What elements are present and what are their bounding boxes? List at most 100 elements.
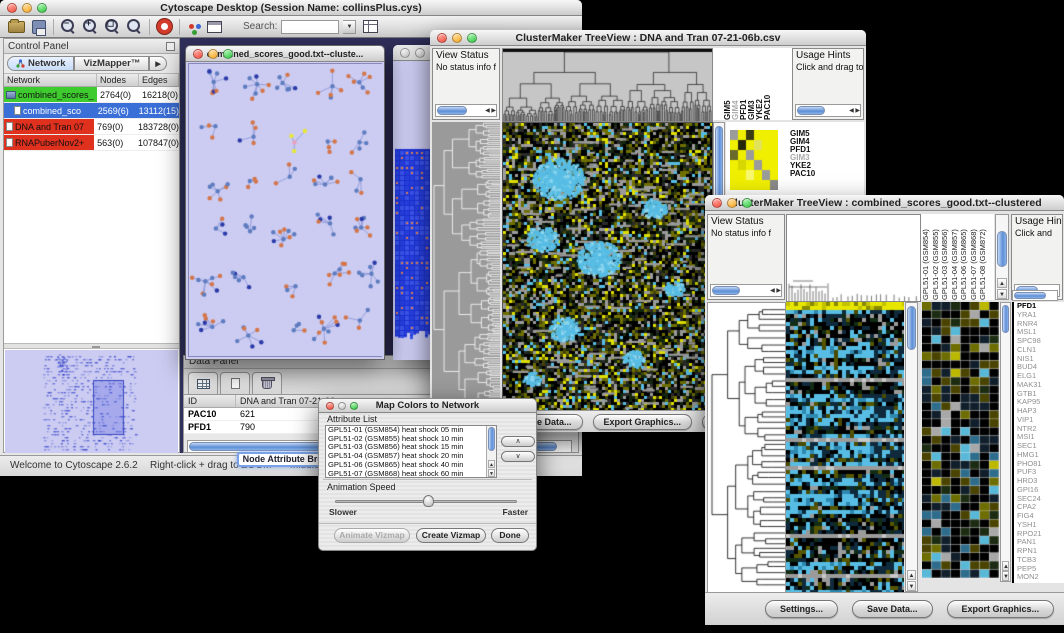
tv1-row-tree-canvas[interactable] bbox=[432, 122, 500, 410]
zoom-button[interactable] bbox=[467, 33, 477, 43]
zoom-selected-icon[interactable]: ◻ bbox=[105, 19, 120, 34]
gene-label: MON2 bbox=[1014, 573, 1064, 582]
minimize-button[interactable] bbox=[727, 198, 737, 208]
search-input[interactable] bbox=[281, 20, 339, 34]
table-icon bbox=[197, 379, 210, 389]
zoom-out-icon[interactable]: − bbox=[61, 19, 76, 34]
network-overview-canvas[interactable] bbox=[5, 350, 178, 453]
network-list-row[interactable]: combined_sco 2569(6) 13112(15) bbox=[4, 103, 179, 119]
file-icon bbox=[231, 378, 240, 389]
tv2-column-labels: GPL51-01 (GSM854)GPL51-02 (GSM855) GPL51-… bbox=[921, 214, 994, 300]
import-table-icon[interactable] bbox=[363, 20, 378, 33]
network-view-canvas[interactable] bbox=[189, 64, 383, 356]
view-status-hscrollbar[interactable]: ◀ ▶ bbox=[710, 284, 782, 297]
treeview-button[interactable]: Export Graphics... bbox=[593, 414, 693, 430]
minimize-button[interactable] bbox=[22, 3, 32, 13]
treeview1-title: ClusterMaker TreeView : DNA and Tran 07-… bbox=[430, 32, 866, 44]
attribute-list[interactable]: GPL51-01 (GSM854) heat shock 05 minGPL51… bbox=[325, 425, 497, 478]
treeview-button[interactable]: Save Data... bbox=[852, 600, 933, 618]
done-button[interactable]: Done bbox=[491, 528, 529, 543]
close-button[interactable] bbox=[400, 48, 410, 58]
new-attribute-tab[interactable] bbox=[220, 372, 250, 394]
main-titlebar[interactable]: Cytoscape Desktop (Session Name: collins… bbox=[0, 0, 582, 16]
column-label: YKE2 bbox=[755, 48, 763, 120]
panel-divider-handle[interactable] bbox=[4, 343, 179, 349]
tv2-zoom-vscrollbar[interactable]: ▲ ▼ bbox=[1000, 302, 1011, 582]
usage-hints-panel: Usage Hints Click and bbox=[1011, 214, 1063, 300]
control-panel: Control Panel Network VizMapper™ ▶ bbox=[3, 38, 180, 453]
zoom-button[interactable] bbox=[350, 402, 358, 410]
zoom-fit-icon[interactable] bbox=[127, 19, 142, 34]
close-button[interactable] bbox=[7, 3, 17, 13]
close-button[interactable] bbox=[193, 49, 203, 59]
tab-network[interactable]: Network bbox=[7, 56, 74, 71]
attribute-list-scrollbar[interactable]: ▲ ▼ bbox=[486, 426, 496, 477]
create-vizmap-button[interactable]: Create Vizmap bbox=[416, 528, 486, 543]
minimize-button[interactable] bbox=[452, 33, 462, 43]
tv2-heatmap-vscrollbar[interactable]: ▲ ▼ bbox=[905, 302, 918, 592]
network-window-1[interactable]: combined_scores_good.txt--cluste... bbox=[185, 45, 385, 360]
tv1-mini-heatmap-canvas[interactable] bbox=[730, 130, 778, 190]
close-button[interactable] bbox=[326, 402, 334, 410]
control-panel-tabs: Network VizMapper™ ▶ bbox=[4, 54, 179, 74]
move-up-button[interactable]: ∧ bbox=[501, 436, 535, 447]
column-label: GPL51-02 (GSM855) bbox=[931, 214, 941, 300]
treeview-button[interactable]: Settings... bbox=[765, 600, 838, 618]
minimize-button[interactable] bbox=[415, 48, 425, 58]
tv2-column-tree-canvas[interactable] bbox=[786, 214, 921, 302]
zoom-in-icon[interactable]: + bbox=[83, 19, 98, 34]
usage-hints-hscrollbar[interactable]: ◀ ▶ bbox=[795, 104, 861, 117]
column-label: GIM4 bbox=[731, 48, 739, 120]
tv2-top-vscrollbar[interactable]: ▲ ▼ bbox=[995, 214, 1009, 300]
toolbar-separator bbox=[149, 19, 150, 35]
tv2-gene-list[interactable]: PFD1YRA1RNR4MSL1SPC98CLN1NIS1BUD4ELG1MAK… bbox=[1012, 302, 1064, 583]
tv1-heatmap-canvas[interactable] bbox=[502, 122, 713, 412]
tv1-column-tree-canvas[interactable] bbox=[502, 48, 713, 122]
tv2-zoom-heatmap-canvas[interactable] bbox=[922, 302, 999, 578]
status-welcome: Welcome to Cytoscape 2.6.2 bbox=[10, 460, 138, 471]
map-colors-dialog[interactable]: Map Colors to Network Attribute List GPL… bbox=[318, 398, 537, 551]
float-panel-icon[interactable] bbox=[166, 42, 175, 51]
tv2-row-tree-canvas[interactable] bbox=[707, 302, 786, 594]
column-header-id[interactable]: ID bbox=[184, 395, 236, 407]
network-list-row[interactable]: combined_scores_ 2764(0) 16218(0) bbox=[4, 87, 179, 103]
column-label: GPL51-06 (GSM865) bbox=[959, 214, 969, 300]
annotation-icon[interactable] bbox=[207, 21, 222, 33]
tab-overflow-arrow[interactable]: ▶ bbox=[149, 56, 166, 71]
node-attribute-tab[interactable] bbox=[188, 372, 218, 394]
view-status-panel: View Status No status info f ◀ ▶ bbox=[432, 48, 500, 120]
vizmapper-icon[interactable] bbox=[189, 24, 194, 29]
column-label: GPL51-01 (GSM854) bbox=[921, 214, 931, 300]
minimize-button[interactable] bbox=[208, 49, 218, 59]
attribute-list-item[interactable]: GPL51-07 (GSM868) heat shock 60 min bbox=[326, 470, 496, 478]
tv2-heatmap-canvas[interactable] bbox=[786, 302, 904, 592]
tab-vizmapper[interactable]: VizMapper™ bbox=[74, 56, 149, 71]
view-status-hscrollbar[interactable]: ◀ ▶ bbox=[435, 104, 497, 117]
animate-vizmap-button[interactable]: Animate Vizmap bbox=[334, 528, 410, 543]
toolbar-separator bbox=[179, 19, 180, 35]
delete-attribute-tab[interactable] bbox=[252, 372, 282, 394]
network-list-row[interactable]: DNA and Tran 07 769(0) 183728(0) bbox=[4, 119, 179, 135]
zoom-button[interactable] bbox=[223, 49, 233, 59]
slider-thumb[interactable] bbox=[423, 495, 434, 507]
save-session-icon[interactable] bbox=[32, 20, 46, 34]
tv2-genelist-hscrollbar[interactable] bbox=[1012, 290, 1058, 301]
zoom-button[interactable] bbox=[742, 198, 752, 208]
column-label: GPL51-07 (GSM868) bbox=[969, 214, 979, 300]
zoom-button[interactable] bbox=[37, 3, 47, 13]
treeview-window-2[interactable]: ClusterMaker TreeView : combined_scores_… bbox=[705, 195, 1064, 625]
help-icon[interactable] bbox=[157, 19, 172, 34]
close-button[interactable] bbox=[712, 198, 722, 208]
move-down-button[interactable]: ∨ bbox=[501, 451, 535, 462]
network-list-row[interactable]: RNAPuberNov2+ 563(0) 107847(0) bbox=[4, 135, 179, 151]
close-button[interactable] bbox=[437, 33, 447, 43]
tv1-row-labels: GIM5GIM4PFD1GIM3YKE2PAC10 bbox=[790, 130, 815, 178]
column-label: PFD1 bbox=[739, 48, 747, 120]
column-label: GIM5 bbox=[723, 48, 731, 120]
open-session-icon[interactable] bbox=[8, 21, 25, 33]
treeview-button[interactable]: Export Graphics... bbox=[947, 600, 1055, 618]
network-list-header: Network Nodes Edges bbox=[4, 74, 179, 87]
search-dropdown-icon[interactable]: ▼ bbox=[343, 20, 356, 34]
minimize-button[interactable] bbox=[338, 402, 346, 410]
search-label: Search: bbox=[243, 21, 277, 32]
